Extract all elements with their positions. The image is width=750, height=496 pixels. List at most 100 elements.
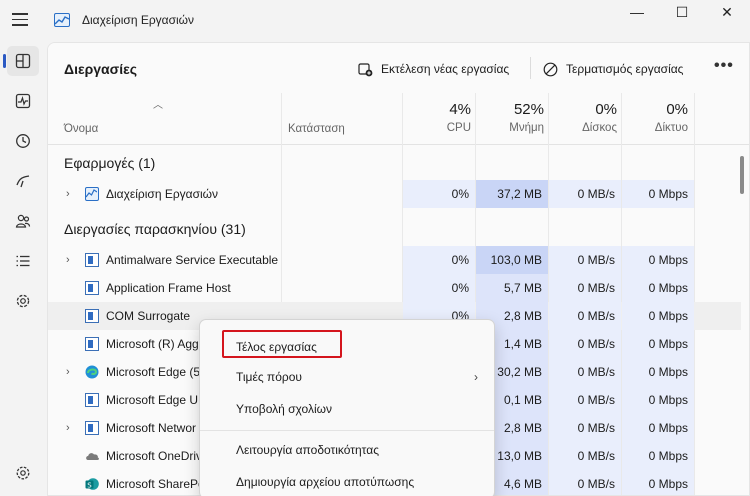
svg-text:S: S xyxy=(87,481,92,489)
minimize-button[interactable]: — xyxy=(614,4,660,24)
window-process-icon xyxy=(85,421,99,435)
column-cpu[interactable]: 4% CPU xyxy=(403,93,471,134)
group-header-apps[interactable]: Εφαρμογές (1) xyxy=(64,155,155,171)
memory-value: 37,2 MB xyxy=(476,180,548,208)
run-new-task-icon xyxy=(358,62,373,76)
cpu-value: 0% xyxy=(403,246,475,274)
disk-total: 0% xyxy=(595,101,617,118)
vertical-scrollbar[interactable] xyxy=(740,156,744,194)
network-value: 0 Mbps xyxy=(622,246,694,274)
network-label: Δίκτυο xyxy=(654,122,688,134)
expand-chevron-icon[interactable]: › xyxy=(66,414,70,442)
disk-value: 0 MB/s xyxy=(549,180,621,208)
network-value: 0 Mbps xyxy=(622,302,694,330)
process-name: Application Frame Host xyxy=(106,281,231,295)
nav-app-history-icon[interactable] xyxy=(7,126,39,156)
process-name: Microsoft SharePo xyxy=(106,477,205,491)
expand-chevron-icon[interactable]: › xyxy=(66,246,70,274)
toolbar-separator xyxy=(530,57,531,79)
task-manager-app-icon xyxy=(54,13,70,27)
disk-value: 0 MB/s xyxy=(549,358,621,386)
disk-value: 0 MB/s xyxy=(549,246,621,274)
network-value: 0 Mbps xyxy=(622,442,694,470)
nav-rail xyxy=(0,42,46,496)
process-name: Microsoft Networ xyxy=(106,421,197,435)
memory-value: 5,7 MB xyxy=(476,274,548,302)
cpu-total: 4% xyxy=(449,101,471,118)
network-value: 0 Mbps xyxy=(622,414,694,442)
table-row[interactable]: › Antimalware Service Executable 0% 103,… xyxy=(48,246,741,274)
run-new-task-label: Εκτέλεση νέας εργασίας xyxy=(381,62,510,76)
nav-processes-icon[interactable] xyxy=(3,46,39,76)
menu-item-resource-values-label: Τιμές πόρου xyxy=(236,370,302,384)
disk-label: Δίσκος xyxy=(582,122,617,134)
nav-performance-icon[interactable] xyxy=(7,86,39,116)
column-name[interactable]: Όνομα xyxy=(64,123,98,135)
hamburger-menu-icon[interactable] xyxy=(12,13,28,27)
process-name: Microsoft (R) Agg xyxy=(106,337,199,351)
menu-separator xyxy=(200,430,494,431)
process-name: Microsoft OneDriv xyxy=(106,449,203,463)
maximize-button[interactable]: ☐ xyxy=(659,4,705,24)
task-manager-process-icon xyxy=(85,187,99,201)
network-value: 0 Mbps xyxy=(622,180,694,208)
toolbar: Διεργασίες Εκτέλεση νέας εργασίας Τερματ… xyxy=(48,43,749,93)
network-total: 0% xyxy=(666,101,688,118)
network-value: 0 Mbps xyxy=(622,470,694,495)
window-process-icon xyxy=(85,253,99,267)
cpu-value: 0% xyxy=(403,180,475,208)
menu-item-feedback[interactable]: Υποβολή σχολίων xyxy=(206,394,490,424)
settings-gear-icon[interactable] xyxy=(7,458,39,488)
window-title: Διαχείριση Εργασιών xyxy=(82,13,195,27)
sharepoint-logo-icon: S xyxy=(85,477,99,491)
disk-value: 0 MB/s xyxy=(549,302,621,330)
menu-item-create-dump-file[interactable]: Δημιουργία αρχείου αποτύπωσης xyxy=(206,467,490,496)
end-task-button[interactable]: Τερματισμός εργασίας xyxy=(543,55,683,83)
disk-value: 0 MB/s xyxy=(549,442,621,470)
window-process-icon xyxy=(85,281,99,295)
column-network[interactable]: 0% Δίκτυο xyxy=(622,93,688,134)
network-value: 0 Mbps xyxy=(622,274,694,302)
more-options-icon[interactable]: ••• xyxy=(714,57,734,75)
disk-value: 0 MB/s xyxy=(549,386,621,414)
menu-item-end-task[interactable]: Τέλος εργασίας xyxy=(222,330,342,358)
end-task-icon xyxy=(543,62,558,76)
onedrive-cloud-icon xyxy=(85,449,99,463)
expand-chevron-icon[interactable]: › xyxy=(66,358,70,386)
nav-users-icon[interactable] xyxy=(7,206,39,236)
group-header-background[interactable]: Διεργασίες παρασκηνίου (31) xyxy=(64,221,246,237)
table-row[interactable]: Application Frame Host 0% 5,7 MB 0 MB/s … xyxy=(48,274,741,302)
process-name: Antimalware Service Executable xyxy=(106,253,279,267)
process-name: COM Surrogate xyxy=(106,309,191,323)
memory-total: 52% xyxy=(513,101,544,118)
column-status[interactable]: Κατάσταση xyxy=(288,123,345,135)
menu-item-resource-values[interactable]: Τιμές πόρου › xyxy=(206,362,490,392)
nav-startup-apps-icon[interactable] xyxy=(7,166,39,196)
edge-logo-icon xyxy=(85,365,99,379)
expand-chevron-icon[interactable]: › xyxy=(66,180,70,208)
process-name: Διαχείριση Εργασιών xyxy=(106,187,219,201)
disk-value: 0 MB/s xyxy=(549,274,621,302)
cpu-label: CPU xyxy=(446,122,471,134)
memory-label: Μνήμη xyxy=(509,122,544,134)
memory-value: 103,0 MB xyxy=(476,246,548,274)
network-value: 0 Mbps xyxy=(622,330,694,358)
title-bar: Διαχείριση Εργασιών — ☐ ✕ xyxy=(0,0,750,42)
cpu-value: 0% xyxy=(403,274,475,302)
network-value: 0 Mbps xyxy=(622,358,694,386)
close-button[interactable]: ✕ xyxy=(704,4,750,24)
run-new-task-button[interactable]: Εκτέλεση νέας εργασίας xyxy=(358,55,509,83)
disk-value: 0 MB/s xyxy=(549,414,621,442)
window-process-icon xyxy=(85,393,99,407)
page-title: Διεργασίες xyxy=(64,61,138,77)
window-process-icon xyxy=(85,337,99,351)
nav-details-icon[interactable] xyxy=(7,246,39,276)
column-memory[interactable]: 52% Μνήμη xyxy=(476,93,544,134)
network-value: 0 Mbps xyxy=(622,386,694,414)
nav-services-icon[interactable] xyxy=(7,286,39,316)
menu-item-efficiency-mode[interactable]: Λειτουργία αποδοτικότητας xyxy=(206,435,490,465)
column-disk[interactable]: 0% Δίσκος xyxy=(549,93,617,134)
process-name: Microsoft Edge U xyxy=(106,393,199,407)
context-menu: Τέλος εργασίας Τιμές πόρου › Υποβολή σχο… xyxy=(199,319,495,496)
table-row[interactable]: › Διαχείριση Εργασιών 0% 37,2 MB 0 MB/s … xyxy=(48,180,741,208)
